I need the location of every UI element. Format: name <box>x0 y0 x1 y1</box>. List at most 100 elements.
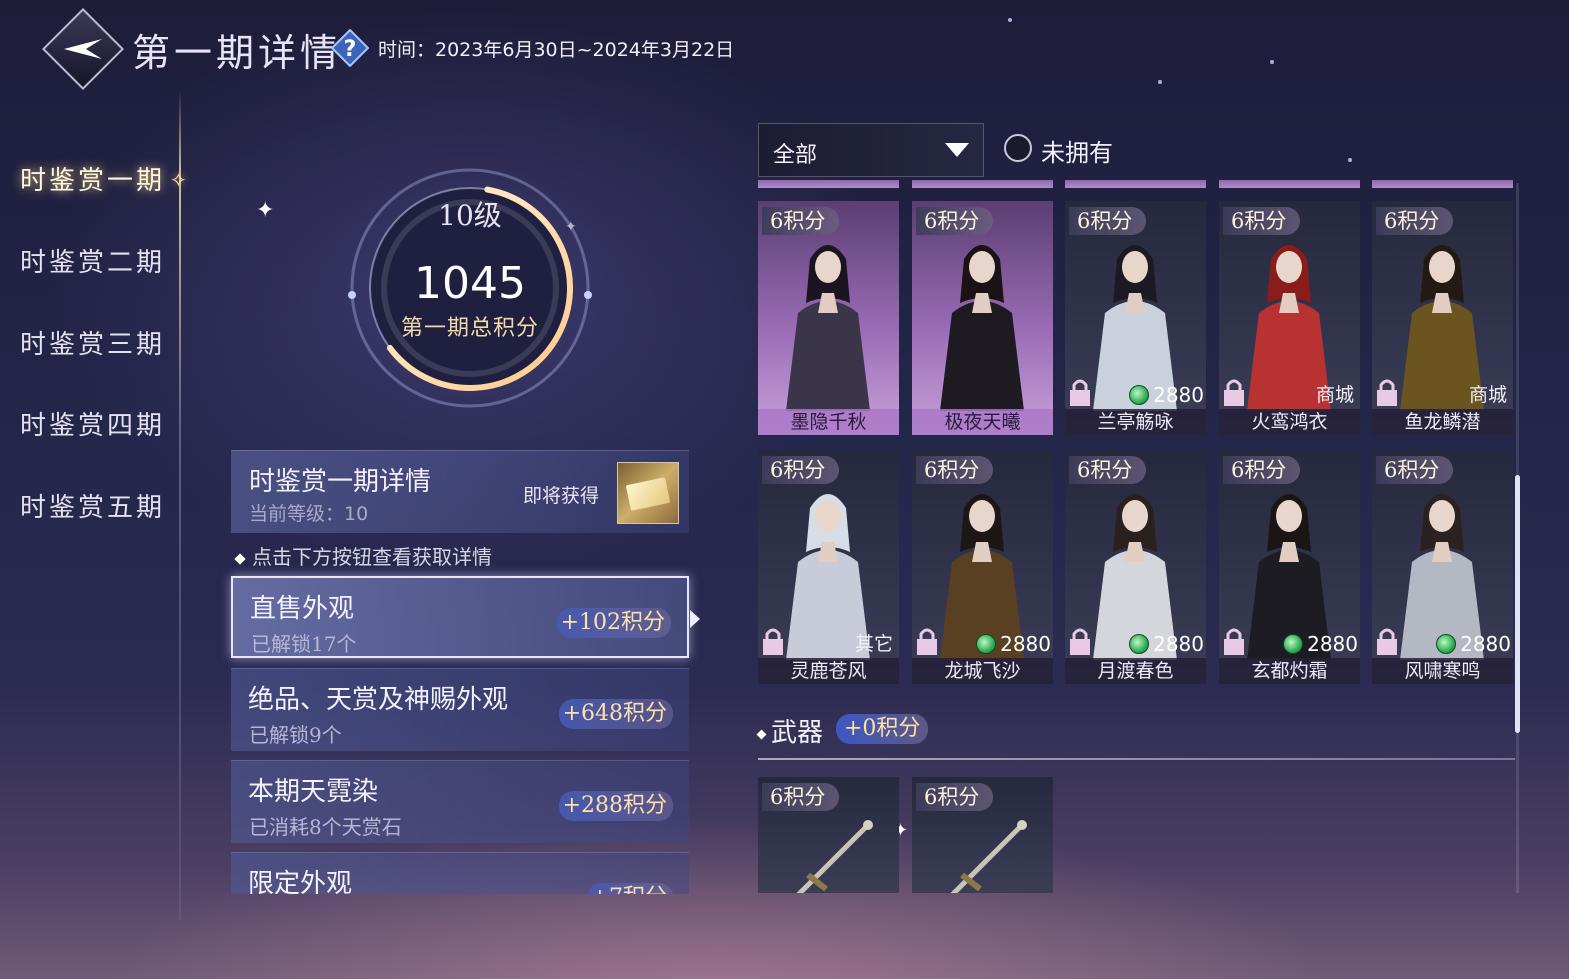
card-points: 6积分 <box>916 783 994 811</box>
category-limited[interactable]: 限定外观 +7积分 <box>231 852 689 894</box>
svg-text:?: ? <box>344 37 357 62</box>
diamond-bullet-icon <box>756 729 767 739</box>
lock-icon <box>763 628 783 655</box>
costume-card[interactable]: 6积分 2880 风啸寒鸣 <box>1372 450 1513 684</box>
category-dye[interactable]: 本期天霓染 已消耗8个天赏石 +288积分 <box>231 760 689 843</box>
weapon-points: +0积分 <box>836 714 929 744</box>
costume-card[interactable]: 6积分 商城 鱼龙鳞潜 <box>1372 201 1513 435</box>
card-points: 6积分 <box>762 456 840 484</box>
card-name: 鱼龙鳞潜 <box>1372 409 1513 435</box>
card-name: 灵鹿苍风 <box>758 658 899 684</box>
price-value: 2880 <box>1460 632 1511 656</box>
card-points: 6积分 <box>1069 207 1147 235</box>
card-name: 风啸寒鸣 <box>1372 658 1513 684</box>
category-title: 直售外观 <box>250 594 355 624</box>
costume-card[interactable]: 6积分墨隐千秋 <box>758 201 899 435</box>
category-points: +7积分 <box>586 883 673 894</box>
nav-item-period-3[interactable]: 时鉴赏三期 <box>20 324 165 361</box>
filter-dropdown[interactable]: 全部 <box>758 123 984 177</box>
filter-selected: 全部 <box>773 143 818 168</box>
category-title: 本期天霓染 <box>248 777 379 807</box>
hint-label: 点击下方按钮查看获取详情 <box>252 545 492 569</box>
card-source-tag: 商城 <box>1468 384 1507 406</box>
card-points: 6积分 <box>1223 207 1301 235</box>
nav-item-period-2[interactable]: 时鉴赏二期 <box>20 242 165 279</box>
reward-item-icon[interactable] <box>617 462 679 524</box>
costume-card[interactable]: 6积分 2880 龙城飞沙 <box>912 450 1053 684</box>
card-price: 2880 <box>976 631 1051 657</box>
hint-text: 点击下方按钮查看获取详情 <box>234 541 492 570</box>
nav-item-period-1[interactable]: 时鉴赏一期 <box>20 160 165 197</box>
price-value: 2880 <box>1153 632 1204 656</box>
card-price: 2880 <box>1129 382 1204 408</box>
costume-card[interactable]: 6积分 2880 月渡春色 <box>1065 450 1206 684</box>
weapon-divider <box>758 758 1515 760</box>
card-source-tag: 商城 <box>1315 384 1354 406</box>
card-points: 6积分 <box>916 456 994 484</box>
lock-icon <box>1070 379 1090 406</box>
current-level: 当前等级：10 <box>249 503 369 525</box>
page-title: 第一期详情 <box>132 31 343 75</box>
nav-item-period-4[interactable]: 时鉴赏四期 <box>20 405 165 442</box>
costume-card[interactable]: 6积分 商城 火鸾鸿衣 <box>1219 201 1360 435</box>
nav-item-period-5[interactable]: 时鉴赏五期 <box>20 487 165 524</box>
card-name: 龙城飞沙 <box>912 658 1053 684</box>
help-icon[interactable]: ? <box>331 29 369 67</box>
lock-icon <box>1224 379 1244 406</box>
card-points: 6积分 <box>1376 456 1454 484</box>
price-value: 2880 <box>1307 632 1358 656</box>
category-sub: 已消耗8个天赏石 <box>249 815 402 839</box>
star-dot <box>1270 60 1274 64</box>
category-clip: 限定外观 +7积分 <box>231 852 689 894</box>
score-label: 第一期总积分 <box>400 316 539 341</box>
lock-icon <box>1070 628 1090 655</box>
detail-title: 时鉴赏一期详情 <box>249 467 432 497</box>
card-points: 6积分 <box>1223 456 1301 484</box>
lock-icon <box>1377 379 1397 406</box>
unowned-label[interactable]: 未拥有 <box>1041 133 1113 168</box>
weapon-heading: 武器 <box>771 718 824 748</box>
level-text: 10级 <box>438 199 502 232</box>
card-points: 6积分 <box>762 783 840 811</box>
nav-divider <box>179 90 181 920</box>
period-detail-card: 时鉴赏一期详情 当前等级：10 即将获得 <box>231 450 689 533</box>
category-points: +288积分 <box>558 791 673 821</box>
weapon-card[interactable]: 6积分 <box>912 777 1053 893</box>
card-name: 月渡春色 <box>1065 658 1206 684</box>
diamond-bullet-icon <box>234 552 246 565</box>
prev-row-edge <box>1372 180 1513 188</box>
card-points: 6积分 <box>762 207 840 235</box>
costume-card[interactable]: 6积分 其它灵鹿苍风 <box>758 450 899 684</box>
unowned-radio[interactable] <box>1004 134 1032 162</box>
active-marker-icon: ✧ <box>170 168 187 192</box>
category-points: +648积分 <box>558 699 673 729</box>
card-points: 6积分 <box>916 207 994 235</box>
prev-row-edge <box>1219 180 1360 188</box>
prev-row-edge <box>1065 180 1206 188</box>
lock-icon <box>1224 628 1244 655</box>
costume-card[interactable]: 6积分 2880 兰亭觞咏 <box>1065 201 1206 435</box>
star-dot <box>1158 80 1162 84</box>
sparkle-icon: ✦ <box>256 198 275 223</box>
price-value: 2880 <box>1000 632 1051 656</box>
costume-card[interactable]: 6积分 2880 玄都灼霜 <box>1219 450 1360 684</box>
lock-icon <box>1377 628 1397 655</box>
card-price: 2880 <box>1283 631 1358 657</box>
category-premium[interactable]: 绝品、天赏及神赐外观 已解锁9个 +648积分 <box>231 668 689 751</box>
jade-currency-icon <box>1129 634 1150 654</box>
category-sub: 已解锁17个 <box>251 632 357 656</box>
character-portrait-icon <box>940 245 1024 411</box>
weapon-card[interactable]: 6积分 <box>758 777 899 893</box>
character-portrait-icon <box>786 245 870 411</box>
period-time: 时间：2023年6月30日~2024年3月22日 <box>378 39 735 61</box>
costume-card[interactable]: 6积分 极夜天曦 <box>912 201 1053 435</box>
card-name: 墨隐千秋 <box>758 409 899 435</box>
card-source-tag: 其它 <box>854 633 893 655</box>
jade-currency-icon <box>1129 385 1150 405</box>
star-dot <box>1008 18 1012 22</box>
category-points: +102积分 <box>556 608 671 638</box>
category-direct-sale[interactable]: 直售外观 已解锁17个 +102积分 <box>231 576 689 658</box>
scrollbar-thumb[interactable] <box>1515 475 1520 733</box>
total-score: 1045 <box>414 258 526 309</box>
chevron-down-icon <box>945 143 969 157</box>
